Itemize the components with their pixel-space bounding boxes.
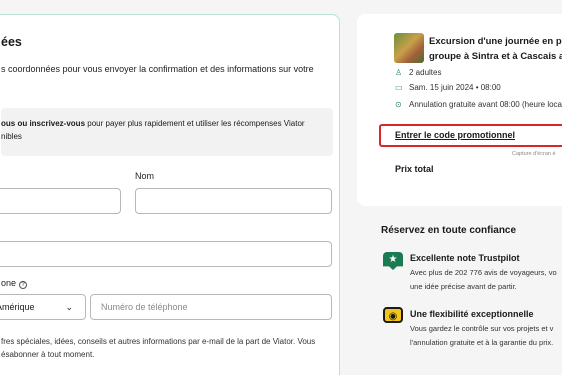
- last-name-label: Nom: [135, 171, 155, 181]
- last-name-field[interactable]: [135, 188, 332, 214]
- login-link[interactable]: ous ou inscrivez-vous: [1, 119, 85, 128]
- travelers-row: ♙ 2 adultes: [395, 68, 442, 77]
- form-description: s coordonnées pour vous envoyer la confi…: [1, 64, 314, 74]
- first-name-field[interactable]: [0, 188, 121, 214]
- info-icon[interactable]: ?: [19, 281, 28, 289]
- cancellation-row: ⊙ Annulation gratuite avant 08:00 (heure …: [395, 100, 562, 109]
- phone-number-field[interactable]: Numéro de téléphone: [90, 294, 332, 320]
- person-icon: ♙: [395, 68, 403, 77]
- check-circle-icon: ⊙: [395, 100, 402, 109]
- trust-item-text: Avec plus de 202 776 avis de voyageurs, …: [410, 268, 557, 277]
- chevron-down-icon: ⌄: [65, 302, 73, 312]
- trust-item-heading: Une flexibilité exceptionnelle: [410, 309, 534, 319]
- money-icon: ◉: [383, 307, 403, 323]
- form-title: ées: [1, 35, 22, 49]
- country-code-select[interactable]: Amérique ⌄: [0, 294, 86, 320]
- login-prompt-box: ous ou inscrivez-vous pour payer plus ra…: [1, 108, 333, 156]
- tour-title[interactable]: Excursion d'une journée en petit groupe …: [429, 34, 562, 64]
- trustpilot-star-icon: ★: [383, 252, 403, 270]
- email-field[interactable]: [0, 241, 332, 267]
- promo-code-highlight: Entrer le code promotionnel: [379, 124, 562, 147]
- promo-code-link[interactable]: Entrer le code promotionnel: [395, 130, 515, 140]
- screenshot-caption: Capture d'écran é: [512, 151, 556, 157]
- trust-item-text: Vous gardez le contrôle sur vos projets …: [410, 324, 554, 333]
- tour-thumbnail: [394, 33, 424, 63]
- trust-item-heading: Excellente note Trustpilot: [410, 253, 520, 263]
- phone-number-placeholder: Numéro de téléphone: [101, 302, 188, 312]
- country-code-value: Amérique: [0, 302, 35, 312]
- order-summary-panel: Excursion d'une journée en petit groupe …: [357, 14, 562, 206]
- marketing-consent-text: fres spéciales, idées, conseils et autre…: [1, 337, 316, 359]
- contact-form-panel: ées s coordonnées pour vous envoyer la c…: [0, 14, 340, 375]
- trust-item-text: l'annulation gratuite et à la garantie d…: [410, 338, 554, 347]
- total-price-label: Prix total: [395, 164, 434, 174]
- login-prompt-text-2: nibles: [1, 132, 22, 141]
- calendar-icon: ▭: [395, 83, 403, 92]
- phone-label: one?: [1, 278, 28, 289]
- trust-section-title: Réservez en toute confiance: [381, 225, 517, 236]
- date-row: ▭ Sam. 15 juin 2024 • 08:00: [395, 83, 501, 92]
- trust-item-text: une idée précise avant de partir.: [410, 282, 517, 291]
- login-prompt-text: pour payer plus rapidement et utiliser l…: [85, 119, 305, 128]
